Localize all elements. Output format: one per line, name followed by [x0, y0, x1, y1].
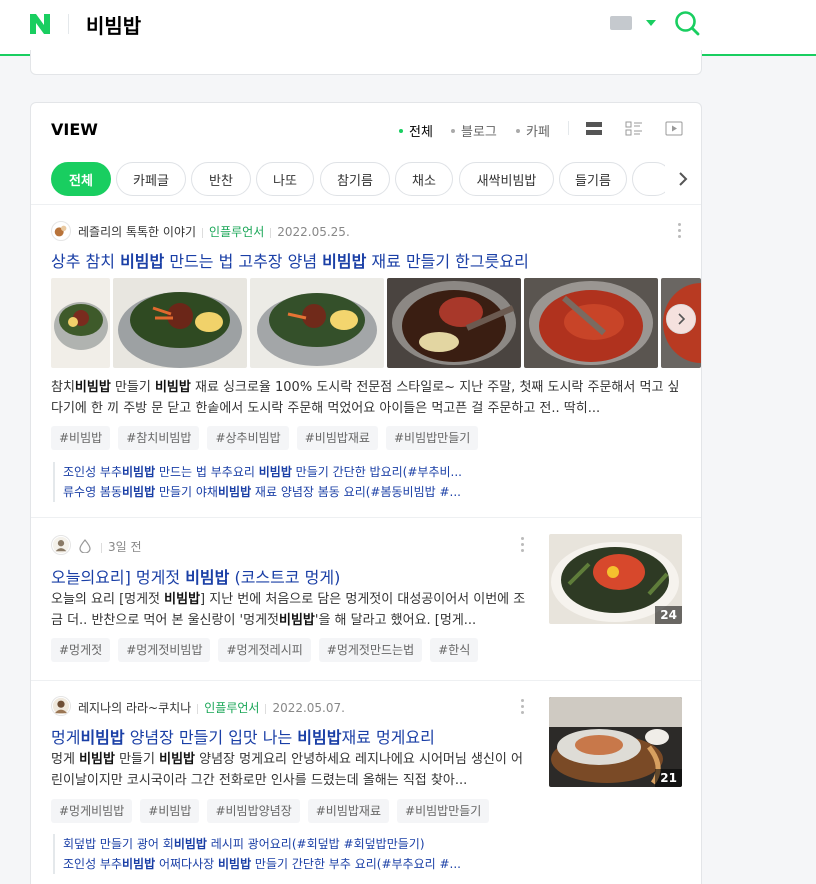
tag[interactable]: #한식 [430, 638, 479, 662]
avatar[interactable] [51, 535, 71, 555]
chip-natto[interactable]: 나또 [256, 162, 314, 196]
keyword-chips: 전체 카페글 반찬 나또 참기름 채소 새싹비빔밥 들기름 [31, 153, 701, 205]
chip-vegetables[interactable]: 채소 [395, 162, 453, 196]
tag[interactable]: #상추비빔밥 [207, 426, 289, 450]
tag[interactable]: #멍게젓레시피 [218, 638, 311, 662]
image-count: 24 [655, 606, 682, 624]
post-description: 멍게 비빔밥 만들기 비빔밥 양념장 멍게요리 안녕하세요 레지나에요 시어머님… [51, 752, 523, 788]
more-options-icon[interactable] [678, 223, 682, 239]
tag[interactable]: #비빔밥 [51, 426, 111, 450]
post-image[interactable] [387, 278, 521, 368]
tag[interactable]: #비빔밥양념장 [207, 799, 300, 823]
view-section: VIEW 전체 블로그 카페 전체 카페글 반찬 나또 참기름 채소 새싹비빔밥… [30, 102, 702, 884]
tag-list: #멍게젓 #멍게젓비빔밥 #멍게젓레시피 #멍게젓만드는법 #한식 [51, 638, 486, 662]
blog-name[interactable]: 레즐리의 톡톡한 이야기 [78, 225, 196, 239]
tag[interactable]: #멍게비빔밥 [51, 799, 133, 823]
influencer-badge[interactable]: 인플루언서 [204, 701, 259, 715]
more-options-icon[interactable] [521, 699, 525, 715]
more-options-icon[interactable] [521, 537, 525, 553]
avatar[interactable] [51, 696, 71, 716]
list-view-icon[interactable] [585, 120, 603, 137]
chevron-right-icon [678, 313, 686, 325]
tag[interactable]: #비빔밥재료 [296, 426, 378, 450]
post-thumbnail[interactable]: 24 [549, 534, 682, 624]
video-view-icon[interactable] [665, 120, 683, 137]
post-image[interactable] [113, 278, 247, 368]
chips-next-button[interactable] [665, 162, 701, 196]
search-query[interactable]: 비빔밥 [86, 10, 141, 39]
chip-side-dish[interactable]: 반찬 [191, 162, 251, 196]
list-item: 레지나의 라라~쿠치나 인플루언서 2022.05.07. 멍게비빔밥 양념장 만들… [31, 682, 701, 884]
post-image[interactable] [524, 278, 658, 368]
blog-name[interactable]: 레지나의 라라~쿠치나 [78, 701, 191, 715]
header-divider [68, 14, 69, 34]
post-date: 2022.05.25. [277, 225, 350, 239]
tag-list: #멍게비빔밥 #비빔밥 #비빔밥양념장 #비빔밥재료 #비빔밥만들기 [51, 799, 497, 823]
naver-logo-icon[interactable] [28, 12, 52, 36]
source-line: 3일 전 [95, 538, 142, 555]
chip-perilla-oil[interactable]: 들기름 [559, 162, 627, 196]
water-drop-icon [79, 539, 91, 553]
related-post-link[interactable]: 조인성 부추비빔밥 만드는 법 부추요리 비빔밥 만들기 간단한 밥요리(#부추… [63, 462, 462, 482]
tag[interactable]: #비빔밥만들기 [385, 426, 479, 450]
chip-cafe-posts[interactable]: 카페글 [116, 162, 186, 196]
chip-sprout-bibimbap[interactable]: 새싹비빔밥 [459, 162, 554, 196]
post-image[interactable] [250, 278, 384, 368]
related-post-link[interactable]: 회덮밥 만들기 광어 회비빔밥 레시피 광어요리(#회덮밥 #회덮밥만들기) [63, 834, 461, 854]
related-posts: 회덮밥 만들기 광어 회비빔밥 레시피 광어요리(#회덮밥 #회덮밥만들기) 조… [53, 834, 461, 874]
post-description: 오늘의 요리 [멍게젓 비빔밥] 지난 번에 처음으로 담은 멍게젓이 대성공이… [51, 592, 526, 628]
image-count: 21 [655, 769, 682, 787]
post-title[interactable]: 오늘의요리] 멍게젓 비빔밥 (코스트코 멍게) [51, 564, 340, 588]
source-line: 레지나의 라라~쿠치나 인플루언서 2022.05.07. [78, 699, 345, 716]
filter-divider [568, 121, 569, 135]
post-description: 참치비빔밥 만들기 비빔밥 재료 싱크로율 100% 도시락 전문점 스타일로~… [51, 380, 680, 416]
filter-cafe[interactable]: 카페 [516, 121, 550, 140]
keyboard-icon[interactable] [610, 16, 632, 30]
post-title[interactable]: 멍게비빔밥 양념장 만들기 입맛 나는 비빔밥재료 멍게요리 [51, 724, 435, 748]
post-date: 2022.05.07. [272, 701, 345, 715]
chevron-right-icon [679, 172, 688, 186]
chevron-down-icon[interactable] [646, 20, 656, 26]
list-item: 레즐리의 톡톡한 이야기 인플루언서 2022.05.25. 상추 참치 비빔밥 만… [31, 206, 701, 518]
related-post-link[interactable]: 조인성 부추비빔밥 어쩌다사장 비빔밥 만들기 간단한 부추 요리(#부추요리 … [63, 854, 461, 874]
chip-all[interactable]: 전체 [51, 162, 111, 196]
filter-all[interactable]: 전체 [399, 121, 433, 140]
top-search-bar: 비빔밥 [0, 0, 816, 56]
previous-section-card [30, 50, 702, 75]
post-date: 3일 전 [108, 540, 142, 554]
images-next-button[interactable] [666, 304, 696, 334]
avatar[interactable] [51, 221, 71, 241]
tag[interactable]: #멍게젓비빔밥 [118, 638, 211, 662]
tag[interactable]: #비빔밥만들기 [397, 799, 490, 823]
search-icon[interactable] [674, 10, 700, 36]
influencer-badge[interactable]: 인플루언서 [209, 225, 264, 239]
filter-blog[interactable]: 블로그 [451, 121, 497, 140]
tag[interactable]: #멍게젓 [51, 638, 111, 662]
chip-sesame-oil[interactable]: 참기름 [320, 162, 390, 196]
related-posts: 조인성 부추비빔밥 만드는 법 부추요리 비빔밥 만들기 간단한 밥요리(#부추… [53, 462, 462, 502]
post-image[interactable] [51, 278, 110, 368]
source-line: 레즐리의 톡톡한 이야기 인플루언서 2022.05.25. [78, 223, 350, 240]
post-title[interactable]: 상추 참치 비빔밥 만드는 법 고추장 양념 비빔밥 재료 만들기 한그릇요리 [51, 248, 529, 272]
related-post-link[interactable]: 류수영 봄동비빔밥 만들기 야채비빔밥 재료 양념장 봄동 요리(#봄동비빔밥 … [63, 482, 462, 502]
post-thumbnail[interactable]: 21 [549, 697, 682, 787]
tag-list: #비빔밥 #참치비빔밥 #상추비빔밥 #비빔밥재료 #비빔밥만들기 [51, 426, 486, 450]
tag[interactable]: #비빔밥 [140, 799, 200, 823]
section-title: VIEW [51, 120, 98, 139]
tag[interactable]: #참치비빔밥 [118, 426, 200, 450]
tag[interactable]: #멍게젓만드는법 [318, 638, 423, 662]
thumbnail-view-icon[interactable] [625, 120, 643, 137]
list-item: 3일 전 오늘의요리] 멍게젓 비빔밥 (코스트코 멍게) 오늘의 요리 [멍게… [31, 519, 701, 681]
tag[interactable]: #비빔밥재료 [307, 799, 390, 823]
